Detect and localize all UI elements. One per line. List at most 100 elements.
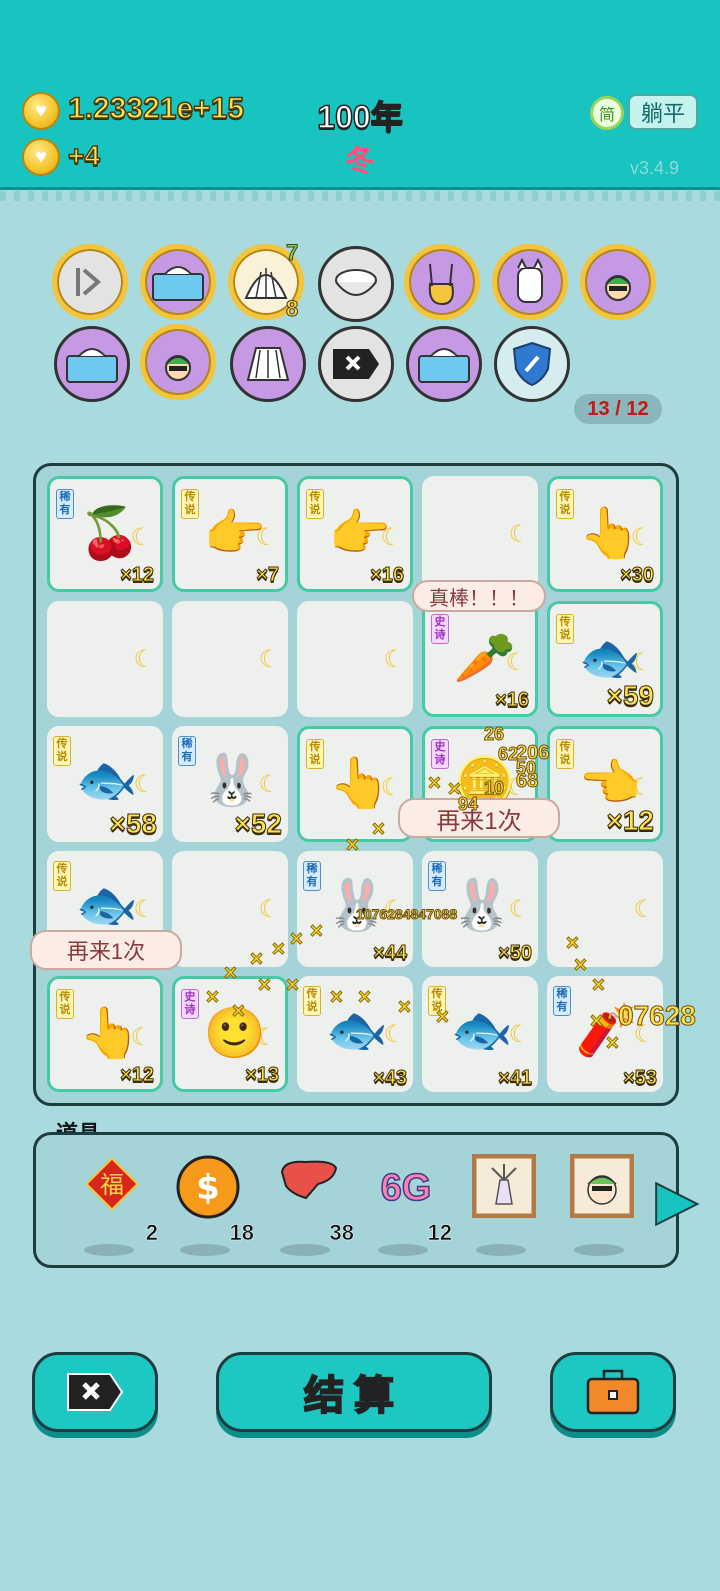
board-cell[interactable]: 稀有 ☾ 🧨 ×53: [547, 976, 663, 1092]
floating-coin-number: 50: [515, 758, 537, 779]
liver-icon: [274, 1154, 342, 1222]
math-face-icon[interactable]: [580, 244, 656, 320]
remove-button[interactable]: [32, 1352, 158, 1432]
prop-liver[interactable]: 38: [268, 1140, 354, 1256]
rarity-tag: 史诗: [431, 614, 449, 644]
moon-icon: ☾: [383, 646, 405, 673]
prop-portrait-frame[interactable]: [562, 1140, 642, 1256]
multiplier-label: ×16: [495, 689, 530, 712]
sparkle-x-icon: ×: [272, 936, 286, 962]
sparkle-x-icon: ×: [606, 1030, 620, 1056]
pointing-hand-icon: 👆: [578, 505, 642, 561]
sparkle-x-icon: ×: [436, 1004, 450, 1030]
rarity-tag: 传说: [306, 489, 324, 519]
rarity-tag: 稀有: [553, 986, 571, 1016]
floating-coin-number: 10: [483, 778, 505, 799]
sparkle-x-icon: ×: [592, 972, 606, 998]
prop-windmill-frame[interactable]: [464, 1140, 544, 1256]
board-cell[interactable]: ☾: [47, 601, 163, 717]
multiplier-label: ×59: [606, 680, 654, 712]
rarity-tag: 传说: [53, 861, 71, 891]
speech-bubble-again: 再来1次: [398, 798, 560, 838]
floating-coin-number: 07628: [618, 1000, 697, 1032]
board-cell[interactable]: ☾: [297, 601, 413, 717]
svg-text:福: 福: [100, 1171, 124, 1199]
rock-hand-icon[interactable]: [404, 244, 480, 320]
multiplier-label: ×52: [234, 808, 282, 840]
scroll-right-arrow-icon[interactable]: ▶: [655, 1168, 699, 1232]
delete-tag-icon[interactable]: [318, 326, 394, 402]
season-label: 冬: [345, 145, 375, 178]
board-cell[interactable]: 传说 ☾ 🐟 ×43: [297, 976, 413, 1092]
speech-bubble-great: 真棒！！！: [412, 580, 546, 612]
settle-label: 结算: [303, 1373, 404, 1419]
multiplier-label: ×43: [373, 1067, 408, 1090]
prop-quantity: 18: [229, 1220, 254, 1246]
board-cell[interactable]: 传说 ☾ 🐟 ×41: [422, 976, 538, 1092]
rarity-tag: 传说: [556, 489, 574, 519]
koi-fish-icon: 🐟: [75, 752, 139, 808]
lie-flat-button[interactable]: 躺平: [628, 94, 698, 130]
multiplier-label: ×12: [120, 1064, 155, 1087]
husky-icon[interactable]: [492, 244, 568, 320]
tissue-box-icon[interactable]: [54, 326, 130, 402]
multiplier-label: ×53: [623, 1067, 658, 1090]
6g-icon: 6G: [380, 1166, 432, 1210]
inventory-button[interactable]: [550, 1352, 676, 1432]
prop-dollar-coin[interactable]: $ 18: [168, 1140, 254, 1256]
board-cell[interactable]: 传说 ☾ 👆 ×12: [47, 976, 163, 1092]
board-cell[interactable]: ☾: [172, 851, 288, 967]
tissue-box-icon[interactable]: [406, 326, 482, 402]
prop-quantity: 2: [145, 1220, 158, 1246]
board-cell[interactable]: ☾: [422, 476, 538, 592]
prop-fu[interactable]: 福 2: [72, 1140, 158, 1256]
sparkle-x-icon: ×: [250, 946, 264, 972]
sparkle-x-icon: ×: [224, 960, 238, 986]
board-cell[interactable]: 稀有 ☾ 🐰 ×52: [172, 726, 288, 842]
board-cell[interactable]: 传说 ☾ 🐟 ×59: [547, 601, 663, 717]
multiplier-label: ×7: [256, 564, 280, 587]
sparkle-x-icon: ×: [232, 998, 246, 1024]
carrot-icon: 🥕: [453, 630, 517, 686]
sparkle-x-icon: ×: [258, 972, 272, 998]
language-button[interactable]: 简: [590, 96, 624, 130]
board-cell[interactable]: 传说 ☾ 👈 ×12: [547, 726, 663, 842]
prop-quantity: 12: [427, 1220, 452, 1246]
multiplier-label: ×12: [606, 805, 654, 837]
skirt-icon[interactable]: [230, 326, 306, 402]
sparkle-x-icon: ×: [398, 994, 412, 1020]
board-cell[interactable]: 传说 ☾ 🐟 ×58: [47, 726, 163, 842]
moon-icon: ☾: [258, 896, 280, 923]
windmill-frame-icon: [470, 1153, 538, 1222]
board-cell[interactable]: 传说 ☾ 👆 ×30: [547, 476, 663, 592]
board-cell[interactable]: 传说 ☾ 👆: [297, 726, 413, 842]
board-cell[interactable]: 史诗 ☾ 🥕 ×16: [422, 601, 538, 717]
settle-button[interactable]: 结算: [216, 1352, 492, 1432]
prop-shadow: [476, 1244, 526, 1256]
prop-6g[interactable]: 6G 12: [366, 1140, 452, 1256]
tissue-box-icon[interactable]: [140, 244, 216, 320]
multiplier-label: ×44: [373, 942, 408, 965]
slot-count: 13 / 12: [574, 394, 662, 424]
shield-wrench-icon[interactable]: [494, 326, 570, 402]
board-cell[interactable]: 传说 ☾ 👉 ×7: [172, 476, 288, 592]
coins-gain: +4: [67, 139, 100, 172]
pointing-hand-icon: 👆: [328, 755, 392, 811]
rarity-tag: 传说: [556, 739, 574, 769]
sparkle-x-icon: ×: [286, 972, 300, 998]
skip-icon[interactable]: [52, 244, 128, 320]
board-cell[interactable]: 稀有 ☾ 🍒 ×12: [47, 476, 163, 592]
board-cell[interactable]: 传说 ☾ 👉 ×16: [297, 476, 413, 592]
dollar-coin-icon: $: [174, 1154, 242, 1222]
rabbit-icon: 🐰: [325, 877, 389, 933]
math-face-icon[interactable]: [140, 324, 216, 400]
koi-fish-icon: 🐟: [75, 877, 139, 933]
board-cell[interactable]: ☾: [172, 601, 288, 717]
sparkle-x-icon: ×: [290, 926, 304, 952]
floating-coin-number: 1076284847088: [355, 906, 458, 923]
board-cell[interactable]: ☾: [547, 851, 663, 967]
sparkle-x-icon: ×: [330, 984, 344, 1010]
rice-bowl-icon[interactable]: [318, 246, 394, 322]
rarity-tag: 史诗: [181, 989, 199, 1019]
rarity-tag: 史诗: [431, 739, 449, 769]
